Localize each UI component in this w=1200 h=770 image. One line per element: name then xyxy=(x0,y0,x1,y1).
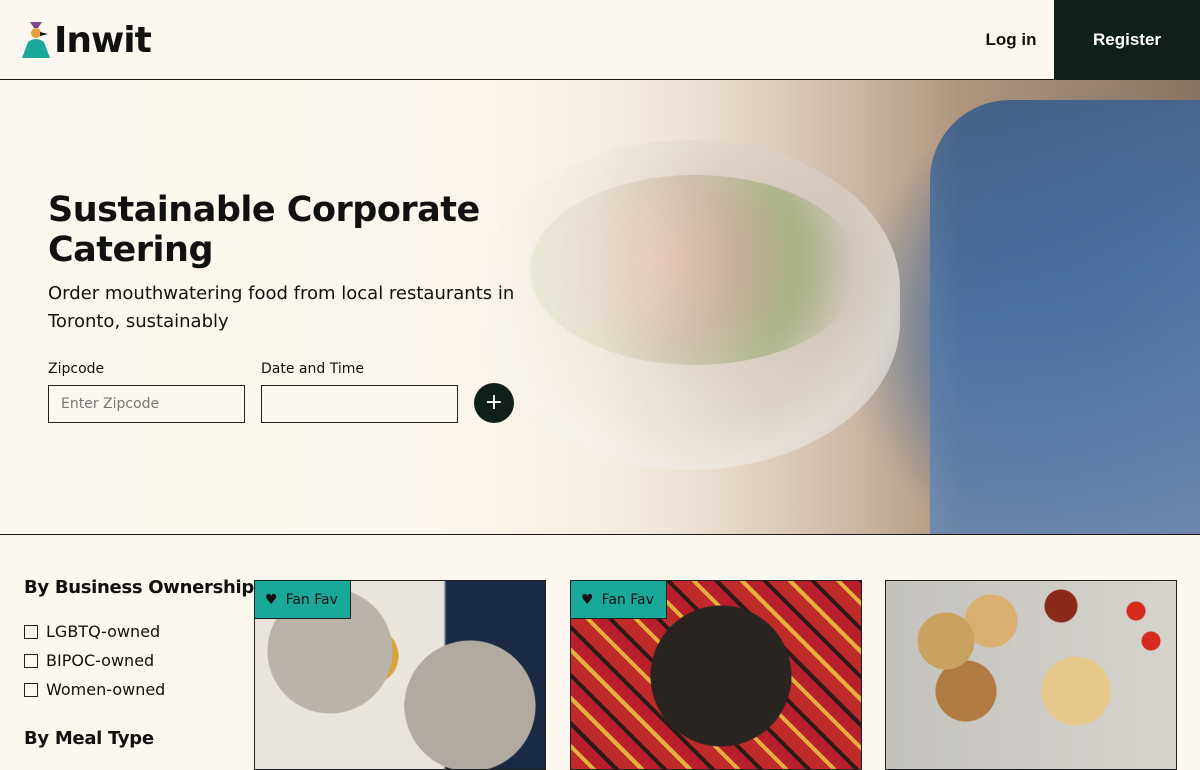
filter-option-bipoc[interactable]: BIPOC-owned xyxy=(24,651,154,670)
badge-label: Fan Fav xyxy=(285,591,338,608)
datetime-input[interactable] xyxy=(261,385,458,423)
badge-label: Fan Fav xyxy=(601,591,654,608)
zipcode-label: Zipcode xyxy=(48,361,105,377)
register-button[interactable]: Register xyxy=(1054,0,1200,80)
fan-fav-badge: ♥ Fan Fav xyxy=(255,581,351,619)
hero-title: Sustainable Corporate Catering xyxy=(48,190,480,270)
heart-icon: ♥ xyxy=(581,591,594,608)
checkbox[interactable] xyxy=(24,624,38,639)
restaurant-card[interactable]: ♥ Fan Fav xyxy=(254,580,546,770)
filter-option-label: Women-owned xyxy=(46,680,166,699)
zipcode-input[interactable] xyxy=(48,385,245,423)
restaurant-card-image xyxy=(886,581,1176,769)
heart-icon: ♥ xyxy=(265,591,278,608)
logo-bird-icon xyxy=(22,22,50,58)
plus-icon: + xyxy=(484,390,504,415)
hero-section: Sustainable Corporate Catering Order mou… xyxy=(0,80,1200,535)
site-header: Inwit Log in Register xyxy=(0,0,1200,80)
filter-option-women[interactable]: Women-owned xyxy=(24,680,165,699)
brand-name: Inwit xyxy=(54,19,152,61)
filter-option-label: LGBTQ-owned xyxy=(46,622,161,641)
hero-subtitle: Order mouthwatering food from local rest… xyxy=(48,283,515,332)
filter-option-label: BIPOC-owned xyxy=(46,651,155,670)
datetime-label: Date and Time xyxy=(261,361,364,377)
checkbox[interactable] xyxy=(24,653,38,668)
login-link[interactable]: Log in xyxy=(968,0,1054,80)
fan-fav-badge: ♥ Fan Fav xyxy=(571,581,667,619)
filter-option-lgbtq[interactable]: LGBTQ-owned xyxy=(24,622,160,641)
search-submit-button[interactable]: + xyxy=(474,383,514,423)
ownership-filter-heading: By Business Ownership xyxy=(24,577,254,598)
checkbox[interactable] xyxy=(24,682,38,697)
restaurant-card[interactable] xyxy=(885,580,1177,770)
restaurant-card[interactable]: ♥ Fan Fav xyxy=(570,580,862,770)
meal-type-filter-heading: By Meal Type xyxy=(24,728,154,749)
inwit-logo[interactable]: Inwit xyxy=(20,19,152,61)
